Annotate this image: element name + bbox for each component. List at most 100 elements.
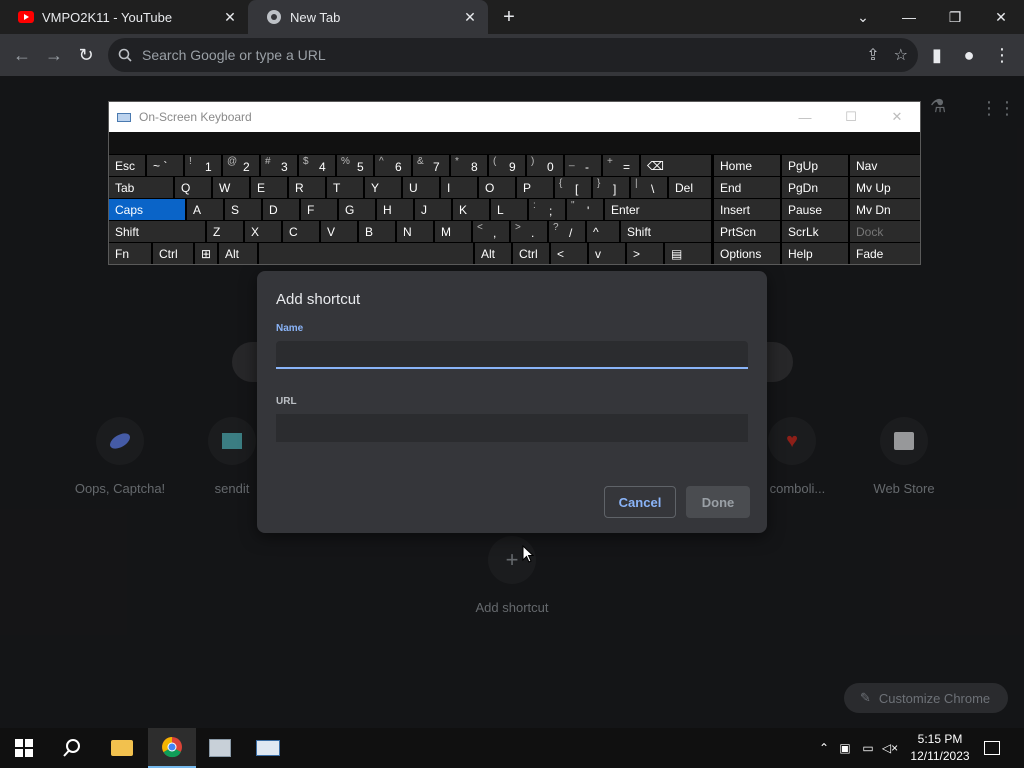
osk-nav-key[interactable]: PgDn	[782, 177, 848, 198]
osk-key[interactable]: Alt	[475, 243, 511, 264]
ethernet-icon[interactable]: ▭	[857, 741, 879, 755]
osk-key[interactable]: Tab	[109, 177, 173, 198]
osk-key[interactable]: Enter	[605, 199, 711, 220]
osk-key[interactable]: B	[359, 221, 395, 242]
menu-icon[interactable]: ⋮	[989, 42, 1015, 68]
osk-nav-key[interactable]: Mv Dn	[850, 199, 920, 220]
notifications-button[interactable]	[970, 728, 1014, 768]
url-input[interactable]	[276, 414, 748, 442]
maximize-button[interactable]: ☐	[828, 102, 874, 132]
osk-key[interactable]: ~ `	[147, 155, 183, 176]
osk-key[interactable]: & 7	[413, 155, 449, 176]
osk-key[interactable]: >.	[511, 221, 547, 242]
osk-key[interactable]: D	[263, 199, 299, 220]
osk-nav-key[interactable]: End	[714, 177, 780, 198]
osk-key[interactable]: ⌫	[641, 155, 711, 176]
osk-key[interactable]: #3	[261, 155, 297, 176]
osk-key[interactable]: Ctrl	[513, 243, 549, 264]
osk-key[interactable]: ) 0	[527, 155, 563, 176]
osk-key[interactable]: J	[415, 199, 451, 220]
osk-key[interactable]: * 8	[451, 155, 487, 176]
osk-key[interactable]: U	[403, 177, 439, 198]
star-icon[interactable]: ☆	[894, 45, 908, 65]
osk-key[interactable]: Ctrl	[153, 243, 193, 264]
osk-key[interactable]: K	[453, 199, 489, 220]
osk-key[interactable]: A	[187, 199, 223, 220]
forward-button[interactable]: →	[41, 42, 67, 68]
osk-key[interactable]: Q	[175, 177, 211, 198]
osk-key[interactable]: {[	[555, 177, 591, 198]
osk-nav-key[interactable]: Nav	[850, 155, 920, 176]
close-button[interactable]: ✕	[874, 102, 920, 132]
minimize-button[interactable]: —	[886, 0, 932, 34]
osk-key[interactable]: _ -	[565, 155, 601, 176]
customize-chrome-button[interactable]: ✎ Customize Chrome	[844, 683, 1008, 713]
tab-youtube[interactable]: VMPO2K11 - YouTube ✕	[0, 0, 248, 34]
osk-key[interactable]: N	[397, 221, 433, 242]
side-panel-icon[interactable]: ▮	[924, 42, 950, 68]
reload-button[interactable]: ↻	[73, 42, 99, 68]
osk-key[interactable]: Y	[365, 177, 401, 198]
osk-key[interactable]: ⊞	[195, 243, 217, 264]
osk-key[interactable]: Del	[669, 177, 711, 198]
osk-key[interactable]: G	[339, 199, 375, 220]
osk-key[interactable]: Shift	[109, 221, 205, 242]
close-window-button[interactable]: ✕	[978, 0, 1024, 34]
osk-key[interactable]: E	[251, 177, 287, 198]
clock[interactable]: 5:15 PM 12/11/2023	[905, 731, 975, 765]
file-explorer-button[interactable]	[98, 728, 146, 768]
osk-key[interactable]: + =	[603, 155, 639, 176]
osk-nav-key[interactable]: ScrLk	[782, 221, 848, 242]
start-button[interactable]	[0, 728, 48, 768]
osk-key[interactable]: Caps	[109, 199, 185, 220]
osk-key[interactable]: T	[327, 177, 363, 198]
volume-muted-icon[interactable]: ◁×	[879, 741, 901, 755]
osk-nav-key[interactable]: PrtScn	[714, 221, 780, 242]
name-input[interactable]	[276, 341, 748, 369]
osk-key[interactable]: P	[517, 177, 553, 198]
cancel-button[interactable]: Cancel	[604, 486, 676, 518]
tab-new-tab[interactable]: New Tab ✕	[248, 0, 488, 34]
network-icon[interactable]: ▣	[833, 741, 857, 755]
profile-icon[interactable]: ●	[956, 42, 982, 68]
osk-key[interactable]: @2	[223, 155, 259, 176]
osk-nav-key[interactable]: Home	[714, 155, 780, 176]
osk-key[interactable]: M	[435, 221, 471, 242]
osk-nav-key[interactable]: Mv Up	[850, 177, 920, 198]
minimize-button[interactable]: —	[782, 102, 828, 132]
tab-search-icon[interactable]: ⌄	[840, 0, 886, 34]
osk-key[interactable]: (9	[489, 155, 525, 176]
osk-key[interactable]: " '	[567, 199, 603, 220]
osk-key[interactable]: Esc	[109, 155, 145, 176]
osk-nav-key[interactable]: Help	[782, 243, 848, 264]
osk-nav-key[interactable]: Fade	[850, 243, 920, 264]
osk-taskbar-button[interactable]	[244, 728, 292, 768]
osk-key[interactable]: L	[491, 199, 527, 220]
osk-nav-key[interactable]: Options	[714, 243, 780, 264]
osk-key[interactable]: ! 1	[185, 155, 221, 176]
osk-key[interactable]: C	[283, 221, 319, 242]
osk-key[interactable]: Alt	[219, 243, 257, 264]
osk-key[interactable]: R	[289, 177, 325, 198]
osk-key[interactable]: F	[301, 199, 337, 220]
osk-key[interactable]: ^ 6	[375, 155, 411, 176]
osk-key[interactable]: I	[441, 177, 477, 198]
omnibox[interactable]: Search Google or type a URL ⇪ ☆	[108, 38, 918, 72]
osk-key[interactable]: O	[479, 177, 515, 198]
osk-key[interactable]: H	[377, 199, 413, 220]
osk-key[interactable]: >	[627, 243, 663, 264]
osk-key[interactable]: ^	[587, 221, 619, 242]
osk-key[interactable]: | \	[631, 177, 667, 198]
app-taskbar-button[interactable]	[196, 728, 244, 768]
restore-button[interactable]: ❐	[932, 0, 978, 34]
osk-key[interactable]: <,	[473, 221, 509, 242]
osk-key[interactable]: Fn	[109, 243, 151, 264]
osk-key[interactable]: v	[589, 243, 625, 264]
osk-key[interactable]: Shift	[621, 221, 711, 242]
osk-nav-key[interactable]: Pause	[782, 199, 848, 220]
osk-key[interactable]: <	[551, 243, 587, 264]
osk-key[interactable]: ? /	[549, 221, 585, 242]
osk-nav-key[interactable]: Dock	[850, 221, 920, 242]
osk-key[interactable]: }]	[593, 177, 629, 198]
osk-key[interactable]: Z	[207, 221, 243, 242]
